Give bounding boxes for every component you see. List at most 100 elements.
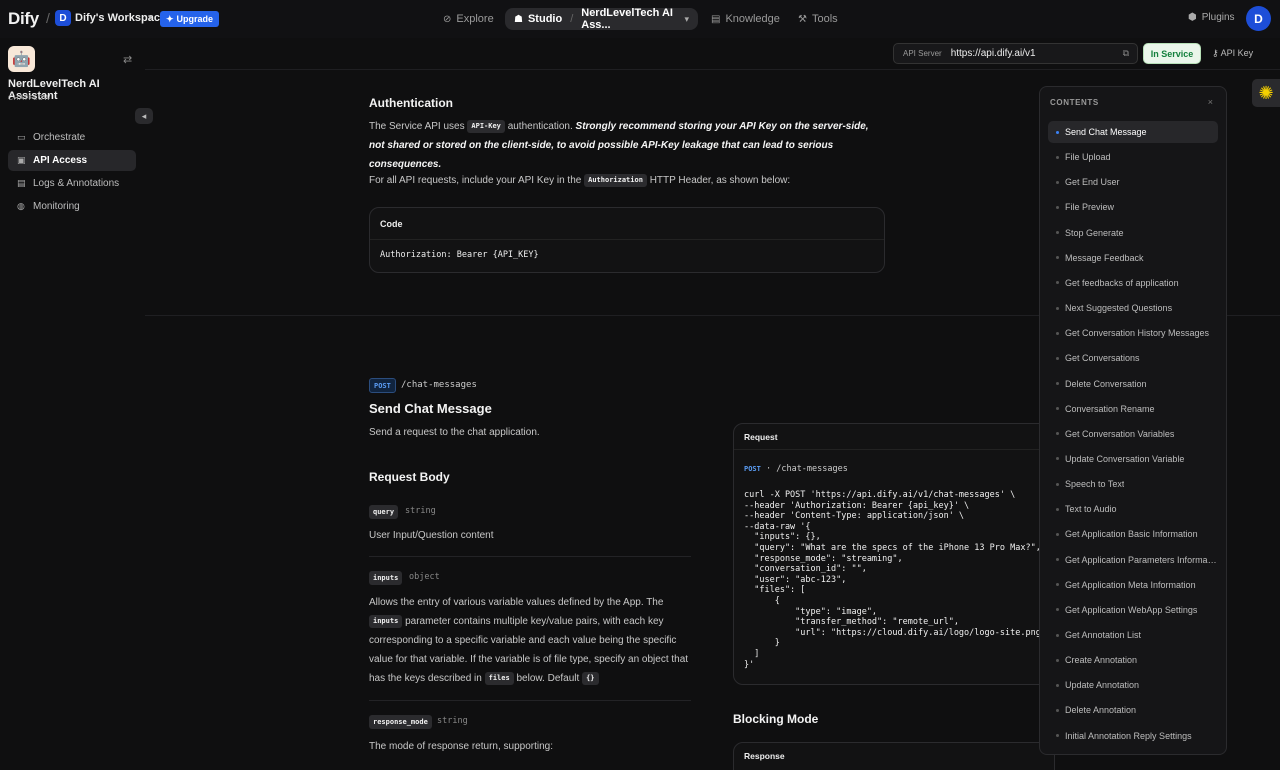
copy-icon[interactable]: ⧉: [1123, 48, 1129, 59]
sidebar-item-orchestrate[interactable]: ▭ Orchestrate: [8, 127, 136, 148]
contents-item[interactable]: Get Annotation List: [1048, 624, 1218, 646]
contents-item-label: Text to Audio: [1065, 504, 1117, 515]
contents-item-label: Conversation Rename: [1065, 403, 1155, 414]
method-label: POST: [744, 465, 761, 473]
nav-tools-label: Tools: [811, 13, 838, 25]
contents-item[interactable]: Update Conversation Variable: [1048, 448, 1218, 470]
contents-item[interactable]: Delete Annotation: [1048, 699, 1218, 721]
close-icon[interactable]: ×: [1208, 97, 1213, 107]
chevron-down-icon[interactable]: ▾: [684, 14, 689, 25]
dify-logo[interactable]: Dify: [8, 9, 39, 29]
param-type: string: [437, 716, 468, 726]
api-server-url[interactable]: https://api.dify.ai/v1: [951, 48, 1036, 59]
contents-item-label: Get End User: [1065, 177, 1120, 188]
nav-explore-label: Explore: [456, 13, 494, 25]
upgrade-button[interactable]: ✦ Upgrade: [160, 11, 220, 27]
contents-item[interactable]: Send Chat Message: [1048, 121, 1218, 143]
upgrade-label: Upgrade: [176, 14, 214, 24]
bullet-dot-icon: [1056, 130, 1059, 134]
contents-item-label: Next Suggested Questions: [1065, 303, 1173, 314]
contents-item-label: Get Application Parameters Information: [1065, 554, 1218, 565]
contents-item-label: Get Application Meta Information: [1065, 579, 1196, 590]
bullet-dot-icon: [1056, 708, 1059, 712]
top-bar: Dify / D Dify's Workspace ▾ ✦ Upgrade ⊘ Ex…: [0, 0, 1280, 38]
code-block-body[interactable]: Authorization: Bearer {API_KEY}: [370, 240, 884, 271]
contents-item-label: Get feedbacks of application: [1065, 277, 1179, 288]
inline-code: files: [484, 672, 514, 685]
contents-item-label: File Upload: [1065, 152, 1111, 163]
bullet-dot-icon: [1056, 356, 1059, 360]
contents-item[interactable]: Next Suggested Questions: [1048, 297, 1218, 319]
sparkle-icon[interactable]: ✺: [1252, 79, 1280, 107]
contents-item[interactable]: Conversation Rename: [1048, 398, 1218, 420]
api-key-button[interactable]: ⚷ API Key: [1212, 48, 1253, 59]
sidebar: 🤖 ⇄ NerdLevelTech AI Assistant CHATFLOW …: [0, 38, 153, 770]
app-icon: 🤖: [8, 46, 35, 72]
text: authentication.: [507, 121, 573, 132]
breadcrumb-separator: /: [46, 10, 50, 26]
contents-item[interactable]: Initial Annotation Reply Settings: [1048, 725, 1218, 747]
nav-explore[interactable]: ⊘ Explore: [443, 8, 494, 30]
contents-title: CONTENTS: [1050, 98, 1099, 107]
plugins-button[interactable]: ⬢ Plugins: [1188, 12, 1235, 23]
contents-item[interactable]: Get Application Meta Information: [1048, 574, 1218, 596]
bullet-dot-icon: [1056, 482, 1059, 486]
workspace-avatar[interactable]: D: [55, 10, 71, 26]
contents-item[interactable]: Get Conversations: [1048, 347, 1218, 369]
contents-item-label: File Preview: [1065, 202, 1115, 213]
param-name: inputs: [369, 571, 403, 585]
endpoint-description: Send a request to the chat application.: [369, 427, 540, 438]
contents-item[interactable]: Get Application Parameters Information: [1048, 549, 1218, 571]
divider: [369, 700, 691, 701]
contents-item[interactable]: Stop Generate: [1048, 222, 1218, 244]
contents-item[interactable]: Delete Conversation: [1048, 373, 1218, 395]
bullet-dot-icon: [1056, 583, 1059, 587]
bullet-dot-icon: [1056, 683, 1059, 687]
contents-item-label: Message Feedback: [1065, 252, 1144, 263]
contents-item[interactable]: Get End User: [1048, 171, 1218, 193]
nav-app-label[interactable]: NerdLevelTech AI Ass...: [581, 7, 698, 31]
contents-item[interactable]: Get feedbacks of application: [1048, 272, 1218, 294]
api-server-field[interactable]: API Server https://api.dify.ai/v1 ⧉: [893, 43, 1138, 64]
param-type: object: [409, 572, 440, 582]
inline-code: {}: [582, 672, 599, 685]
nav-knowledge[interactable]: ▤ Knowledge: [711, 8, 780, 30]
param-description: User Input/Question content: [369, 530, 494, 541]
contents-item[interactable]: Speech to Text: [1048, 473, 1218, 495]
bullet-dot-icon: [1056, 155, 1059, 159]
bullet-dot-icon: [1056, 306, 1059, 310]
bullet-dot-icon: [1056, 658, 1059, 662]
request-code[interactable]: curl -X POST 'https://api.dify.ai/v1/cha…: [744, 490, 1046, 670]
contents-item[interactable]: Get Conversation History Messages: [1048, 322, 1218, 344]
chevron-down-icon[interactable]: ▾: [148, 12, 153, 23]
contents-item[interactable]: Get Application WebApp Settings: [1048, 599, 1218, 621]
contents-item[interactable]: Create Annotation: [1048, 649, 1218, 671]
contents-item[interactable]: File Preview: [1048, 196, 1218, 218]
endpoint-path: /chat-messages: [776, 464, 848, 474]
nav-tools[interactable]: ⚒ Tools: [798, 8, 838, 30]
sidebar-item-api-access[interactable]: ▣ API Access: [8, 150, 136, 171]
blocking-mode-title: Blocking Mode: [733, 712, 819, 726]
contents-item-label: Get Conversations: [1065, 353, 1140, 364]
text: Allows the entry of various variable val…: [369, 597, 664, 608]
sparkle-icon: ✦: [166, 13, 174, 24]
contents-item[interactable]: Get Conversation Variables: [1048, 423, 1218, 445]
switch-icon[interactable]: ⇄: [123, 53, 132, 66]
bullet-dot-icon: [1056, 382, 1059, 385]
nav-studio[interactable]: ☗ Studio / NerdLevelTech AI Ass... ▾: [505, 7, 698, 31]
contents-item[interactable]: Update Annotation: [1048, 674, 1218, 696]
inline-code: Authorization: [584, 174, 647, 187]
sidebar-item-logs[interactable]: ▤ Logs & Annotations: [8, 173, 136, 194]
param-name: query: [369, 505, 399, 519]
contents-item[interactable]: Get Application Basic Information: [1048, 523, 1218, 545]
bullet-dot-icon: [1056, 281, 1059, 285]
contents-item[interactable]: File Upload: [1048, 146, 1218, 168]
contents-item[interactable]: Message Feedback: [1048, 247, 1218, 269]
contents-item[interactable]: Text to Audio: [1048, 498, 1218, 520]
user-avatar[interactable]: D: [1246, 6, 1271, 31]
contents-item-label: Delete Conversation: [1065, 378, 1147, 389]
divider: [369, 556, 691, 557]
code-block: Code Authorization: Bearer {API_KEY}: [369, 207, 885, 273]
section-title: Authentication: [369, 96, 453, 110]
sidebar-item-monitoring[interactable]: ◍ Monitoring: [8, 196, 136, 217]
